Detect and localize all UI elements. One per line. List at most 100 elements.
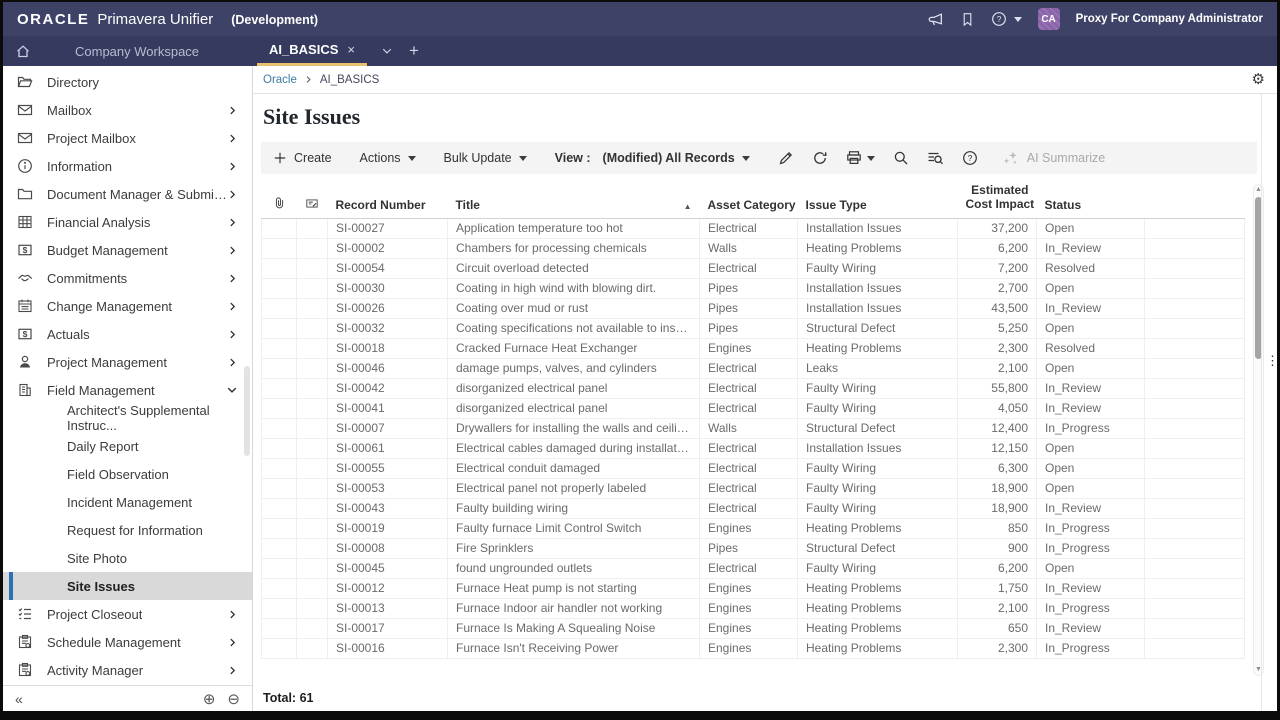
table-row[interactable]: SI-00016Furnace Isn't Receiving PowerEng… xyxy=(262,638,1245,658)
column-header-status[interactable]: Status xyxy=(1037,182,1145,218)
table-row[interactable]: SI-00041disorganized electrical panelEle… xyxy=(262,398,1245,418)
help-icon[interactable]: ? xyxy=(962,150,978,166)
chevron-down-icon[interactable] xyxy=(226,384,242,396)
chevron-right-icon[interactable] xyxy=(227,245,242,256)
tab-ai-basics[interactable]: AI_BASICS × xyxy=(257,36,367,66)
find-in-records-icon[interactable] xyxy=(927,150,944,166)
help-menu[interactable]: ? xyxy=(991,11,1022,27)
gear-icon[interactable]: ⚙ xyxy=(1252,72,1265,87)
search-icon[interactable] xyxy=(893,150,909,166)
avatar[interactable]: CA xyxy=(1038,8,1060,30)
chevron-right-icon[interactable] xyxy=(227,189,242,200)
close-icon[interactable]: × xyxy=(347,42,355,57)
chevron-right-icon[interactable] xyxy=(227,273,242,284)
sidebar-item-request-for-information[interactable]: Request for Information xyxy=(3,516,252,544)
table-row[interactable]: SI-00046damage pumps, valves, and cylind… xyxy=(262,358,1245,378)
sidebar-item-project-management[interactable]: Project Management xyxy=(3,348,252,376)
print-dropdown[interactable] xyxy=(846,150,875,166)
table-row[interactable]: SI-00026Coating over mud or rustPipesIns… xyxy=(262,298,1245,318)
sidebar-item-field-observation[interactable]: Field Observation xyxy=(3,460,252,488)
chevron-right-icon[interactable] xyxy=(227,133,242,144)
table-row[interactable]: SI-00019Faulty furnace Limit Control Swi… xyxy=(262,518,1245,538)
tab-list-chevron-icon[interactable] xyxy=(381,36,393,66)
sidebar-scrollbar[interactable] xyxy=(244,366,250,456)
table-row[interactable]: SI-00043Faulty building wiringElectrical… xyxy=(262,498,1245,518)
refresh-icon[interactable] xyxy=(812,150,828,166)
sidebar-item-project-mailbox[interactable]: Project Mailbox xyxy=(3,124,252,152)
view-dropdown[interactable]: (Modified) All Records xyxy=(603,151,750,165)
sort-ascending-icon[interactable]: ▲ xyxy=(684,202,692,211)
table-row[interactable]: SI-00008Fire SprinklersPipesStructural D… xyxy=(262,538,1245,558)
zoom-out-icon[interactable]: ⊖ xyxy=(227,690,240,708)
table-row[interactable]: SI-00061Electrical cables damaged during… xyxy=(262,438,1245,458)
sidebar-item-directory[interactable]: Directory xyxy=(3,68,252,96)
sidebar-item-information[interactable]: Information xyxy=(3,152,252,180)
ai-summarize-button[interactable]: AI Summarize xyxy=(1002,150,1106,166)
chevron-right-icon[interactable] xyxy=(227,637,242,648)
breadcrumb-root[interactable]: Oracle xyxy=(263,74,297,86)
column-header-title[interactable]: Title ▲ xyxy=(448,182,700,218)
sidebar-item-incident-management[interactable]: Incident Management xyxy=(3,488,252,516)
sidebar-item-daily-report[interactable]: Daily Report xyxy=(3,432,252,460)
table-row[interactable]: SI-00002Chambers for processing chemical… xyxy=(262,238,1245,258)
chevron-right-icon[interactable] xyxy=(227,665,242,676)
record-flag-column-header[interactable] xyxy=(297,182,328,218)
column-header-issue-type[interactable]: Issue Type xyxy=(798,182,958,218)
sidebar-item-commitments[interactable]: Commitments xyxy=(3,264,252,292)
table-row[interactable]: SI-00013Furnace Indoor air handler not w… xyxy=(262,598,1245,618)
sidebar-item-project-closeout[interactable]: Project Closeout xyxy=(3,600,252,628)
chevron-right-icon[interactable] xyxy=(227,329,242,340)
zoom-in-icon[interactable]: ⊕ xyxy=(203,690,216,708)
attachment-column-header[interactable] xyxy=(262,182,297,218)
table-row[interactable]: SI-00054Circuit overload detectedElectri… xyxy=(262,258,1245,278)
cell-estimated-cost-impact: 4,050 xyxy=(958,398,1037,418)
home-icon[interactable] xyxy=(15,36,31,66)
chevron-right-icon[interactable] xyxy=(227,609,242,620)
sidebar-item-actuals[interactable]: $Actuals xyxy=(3,320,252,348)
tab-company-workspace[interactable]: Company Workspace xyxy=(75,36,199,66)
column-header-estimated-cost-impact[interactable]: Estimated Cost Impact xyxy=(958,182,1037,218)
edit-icon[interactable] xyxy=(778,150,794,166)
chevron-right-icon[interactable] xyxy=(227,105,242,116)
bulk-update-dropdown[interactable]: Bulk Update xyxy=(444,151,527,165)
chevron-right-icon[interactable] xyxy=(227,217,242,228)
sidebar-item-activity-manager[interactable]: Activity Manager xyxy=(3,656,252,684)
table-row[interactable]: SI-00032Coating specifications not avail… xyxy=(262,318,1245,338)
table-row[interactable]: SI-00012Furnace Heat pump is not startin… xyxy=(262,578,1245,598)
sidebar-item-schedule-management[interactable]: Schedule Management xyxy=(3,628,252,656)
add-tab-button[interactable]: + xyxy=(409,36,419,66)
table-row[interactable]: SI-00027Application temperature too hotE… xyxy=(262,218,1245,238)
table-row[interactable]: SI-00055Electrical conduit damagedElectr… xyxy=(262,458,1245,478)
table-row[interactable]: SI-00018Cracked Furnace Heat ExchangerEn… xyxy=(262,338,1245,358)
cell-spacer xyxy=(1145,218,1245,238)
table-row[interactable]: SI-00007Drywallers for installing the wa… xyxy=(262,418,1245,438)
column-header-record-number[interactable]: Record Number xyxy=(328,182,448,218)
table-row[interactable]: SI-00017Furnace Is Making A Squealing No… xyxy=(262,618,1245,638)
table-row[interactable]: SI-00030Coating in high wind with blowin… xyxy=(262,278,1245,298)
sidebar-item-field-management[interactable]: Field Management xyxy=(3,376,252,404)
table-row[interactable]: SI-00053Electrical panel not properly la… xyxy=(262,478,1245,498)
column-header-asset-category[interactable]: Asset Category xyxy=(700,182,798,218)
create-button[interactable]: Create xyxy=(273,151,332,165)
sidebar-item-site-photo[interactable]: Site Photo xyxy=(3,544,252,572)
collapse-sidebar-icon[interactable]: « xyxy=(15,691,23,707)
chevron-right-icon[interactable] xyxy=(227,301,242,312)
sidebar-item-site-issues[interactable]: Site Issues xyxy=(3,572,252,600)
table-row[interactable]: SI-00045found ungrounded outletsElectric… xyxy=(262,558,1245,578)
panel-drag-handle-icon[interactable]: ⋮ xyxy=(1266,353,1279,369)
chevron-right-icon[interactable] xyxy=(227,357,242,368)
sidebar-item-financial-analysis[interactable]: Financial Analysis xyxy=(3,208,252,236)
sidebar-item-change-management[interactable]: Change Management xyxy=(3,292,252,320)
sidebar-item-budget-management[interactable]: $Budget Management xyxy=(3,236,252,264)
announcements-icon[interactable] xyxy=(927,11,944,28)
bookmark-icon[interactable] xyxy=(960,12,975,27)
cell-attachment xyxy=(262,358,297,378)
table-row[interactable]: SI-00042disorganized electrical panelEle… xyxy=(262,378,1245,398)
sidebar-item-architect-s-supplemental-instruc[interactable]: Architect's Supplemental Instruc... xyxy=(3,404,252,432)
svg-text:?: ? xyxy=(996,14,1001,24)
chevron-right-icon[interactable] xyxy=(227,161,242,172)
sidebar-item-document-manager-submittals[interactable]: Document Manager & Submittals xyxy=(3,180,252,208)
sidebar-item-mailbox[interactable]: Mailbox xyxy=(3,96,252,124)
actions-dropdown[interactable]: Actions xyxy=(360,151,416,165)
cell-record-number: SI-00041 xyxy=(328,398,448,418)
